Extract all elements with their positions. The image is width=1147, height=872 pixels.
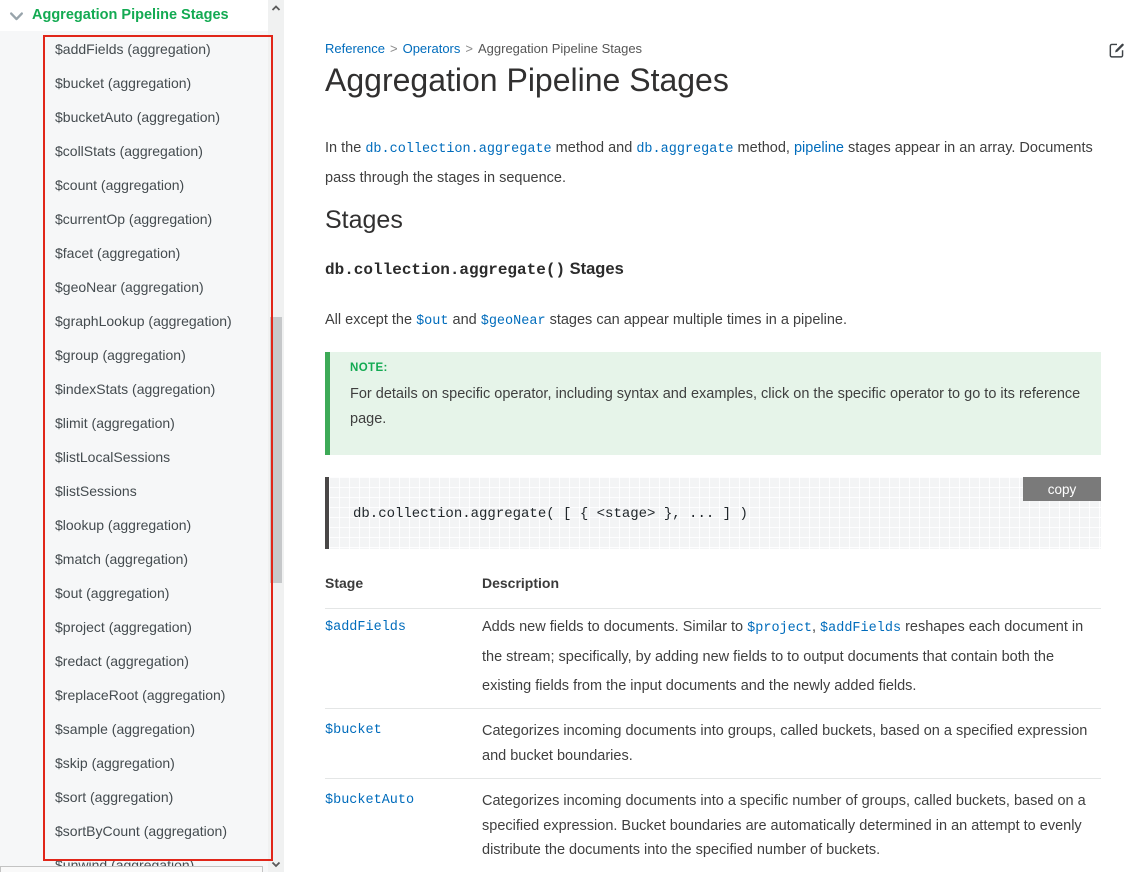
status-popup-partial xyxy=(0,866,263,872)
scrollbar-down-arrow-icon[interactable] xyxy=(270,858,282,870)
link-pipeline[interactable]: pipeline xyxy=(794,140,844,156)
breadcrumb-link-operators[interactable]: Operators xyxy=(403,41,461,56)
stages-paragraph: All except the $out and $geoNear stages … xyxy=(325,306,1101,336)
link-addfields-inline[interactable]: $addFields xyxy=(820,621,901,636)
description-text: Adds new fields to documents. Similar to xyxy=(482,619,747,635)
aggregate-stages-subheading: db.collection.aggregate() Stages xyxy=(325,260,624,279)
note-admonition: NOTE: For details on specific operator, … xyxy=(325,352,1101,455)
stages-heading: Stages xyxy=(325,206,403,235)
stage-description: Adds new fields to documents. Similar to… xyxy=(482,613,1101,701)
stage-description: Categorizes incoming documents into grou… xyxy=(482,719,1101,768)
sidebar-nav: Aggregation Pipeline Stages $addFields (… xyxy=(0,0,268,872)
sidebar-item-replaceroot[interactable]: $replaceRoot (aggregation) xyxy=(0,678,268,712)
stages-text: and xyxy=(448,312,480,328)
intro-text: In the xyxy=(325,140,365,156)
sidebar-item-count[interactable]: $count (aggregation) xyxy=(0,168,268,202)
sidebar-item-geonear[interactable]: $geoNear (aggregation) xyxy=(0,270,268,304)
sidebar-item-project[interactable]: $project (aggregation) xyxy=(0,610,268,644)
sidebar-item-indexstats[interactable]: $indexStats (aggregation) xyxy=(0,372,268,406)
sidebar-item-lookup[interactable]: $lookup (aggregation) xyxy=(0,508,268,542)
sidebar-item-currentop[interactable]: $currentOp (aggregation) xyxy=(0,202,268,236)
table-header-description: Description xyxy=(482,573,1101,593)
table-row: $bucketAuto Categorizes incoming documen… xyxy=(325,779,1101,872)
sidebar-item-sort[interactable]: $sort (aggregation) xyxy=(0,780,268,814)
sidebar-item-match[interactable]: $match (aggregation) xyxy=(0,542,268,576)
edit-page-icon[interactable] xyxy=(1107,40,1127,60)
scrollbar-thumb[interactable] xyxy=(270,317,282,583)
sidebar-item-limit[interactable]: $limit (aggregation) xyxy=(0,406,268,440)
link-geonear-stage[interactable]: $geoNear xyxy=(481,314,546,329)
link-project-inline[interactable]: $project xyxy=(747,621,812,636)
code-block: copy db.collection.aggregate( [ { <stage… xyxy=(325,477,1101,549)
sidebar-item-sample[interactable]: $sample (aggregation) xyxy=(0,712,268,746)
link-db-collection-aggregate[interactable]: db.collection.aggregate xyxy=(365,142,551,157)
sidebar-item-addfields[interactable]: $addFields (aggregation) xyxy=(0,32,268,66)
code-snippet: db.collection.aggregate( [ { <stage> }, … xyxy=(353,506,748,522)
stages-text: stages can appear multiple times in a pi… xyxy=(546,312,847,328)
stage-description: Categorizes incoming documents into a sp… xyxy=(482,789,1101,863)
stages-text: All except the xyxy=(325,312,416,328)
breadcrumb-link-reference[interactable]: Reference xyxy=(325,41,385,56)
sidebar-item-listlocalsessions[interactable]: $listLocalSessions xyxy=(0,440,268,474)
sidebar-item-bucket[interactable]: $bucket (aggregation) xyxy=(0,66,268,100)
scrollbar-up-arrow-icon[interactable] xyxy=(270,2,282,14)
docs-page: Aggregation Pipeline Stages $addFields (… xyxy=(0,0,1147,872)
link-addfields-stage[interactable]: $addFields xyxy=(325,613,482,701)
sidebar-item-skip[interactable]: $skip (aggregation) xyxy=(0,746,268,780)
sidebar-item-group[interactable]: $group (aggregation) xyxy=(0,338,268,372)
breadcrumb-separator: > xyxy=(390,41,398,56)
table-row: $bucket Categorizes incoming documents i… xyxy=(325,709,1101,779)
intro-text: method, xyxy=(734,140,794,156)
subheading-text: Stages xyxy=(565,260,624,278)
subheading-code: db.collection.aggregate() xyxy=(325,261,565,279)
table-row: $addFields Adds new fields to documents.… xyxy=(325,609,1101,709)
description-text: , xyxy=(812,619,820,635)
link-bucketauto-stage[interactable]: $bucketAuto xyxy=(325,789,482,863)
sidebar-item-graphlookup[interactable]: $graphLookup (aggregation) xyxy=(0,304,268,338)
sidebar-item-facet[interactable]: $facet (aggregation) xyxy=(0,236,268,270)
copy-button[interactable]: copy xyxy=(1023,477,1101,501)
sidebar-item-collstats[interactable]: $collStats (aggregation) xyxy=(0,134,268,168)
table-header-stage: Stage xyxy=(325,573,482,593)
chevron-down-icon xyxy=(8,8,25,25)
sidebar-scrollbar[interactable] xyxy=(268,0,284,872)
sidebar-item-redact[interactable]: $redact (aggregation) xyxy=(0,644,268,678)
sidebar-section-header[interactable]: Aggregation Pipeline Stages xyxy=(0,0,268,31)
intro-text: method and xyxy=(552,140,637,156)
sidebar-item-sortbycount[interactable]: $sortByCount (aggregation) xyxy=(0,814,268,848)
sidebar-item-listsessions[interactable]: $listSessions xyxy=(0,474,268,508)
link-bucket-stage[interactable]: $bucket xyxy=(325,719,482,768)
intro-paragraph: In the db.collection.aggregate method an… xyxy=(325,134,1101,193)
description-text: Categorizes incoming documents into a sp… xyxy=(482,793,1086,858)
sidebar-item-out[interactable]: $out (aggregation) xyxy=(0,576,268,610)
link-db-aggregate[interactable]: db.aggregate xyxy=(636,142,733,157)
stages-table: Stage Description $addFields Adds new fi… xyxy=(325,560,1101,872)
sidebar-section-title[interactable]: Aggregation Pipeline Stages xyxy=(32,7,229,23)
breadcrumb-separator: > xyxy=(465,41,473,56)
breadcrumb: Reference > Operators > Aggregation Pipeline… xyxy=(325,41,642,56)
sidebar-item-bucketauto[interactable]: $bucketAuto (aggregation) xyxy=(0,100,268,134)
note-label: NOTE: xyxy=(350,362,1081,374)
sidebar-item-list: $addFields (aggregation) $bucket (aggreg… xyxy=(0,32,268,872)
link-out-stage[interactable]: $out xyxy=(416,314,448,329)
main-content: Reference > Operators > Aggregation Pipeline… xyxy=(284,0,1147,872)
breadcrumb-current: Aggregation Pipeline Stages xyxy=(478,41,642,56)
description-text: Categorizes incoming documents into grou… xyxy=(482,723,1087,764)
page-title: Aggregation Pipeline Stages xyxy=(325,62,729,99)
note-text: For details on specific operator, includ… xyxy=(350,382,1081,431)
table-header-row: Stage Description xyxy=(325,560,1101,609)
